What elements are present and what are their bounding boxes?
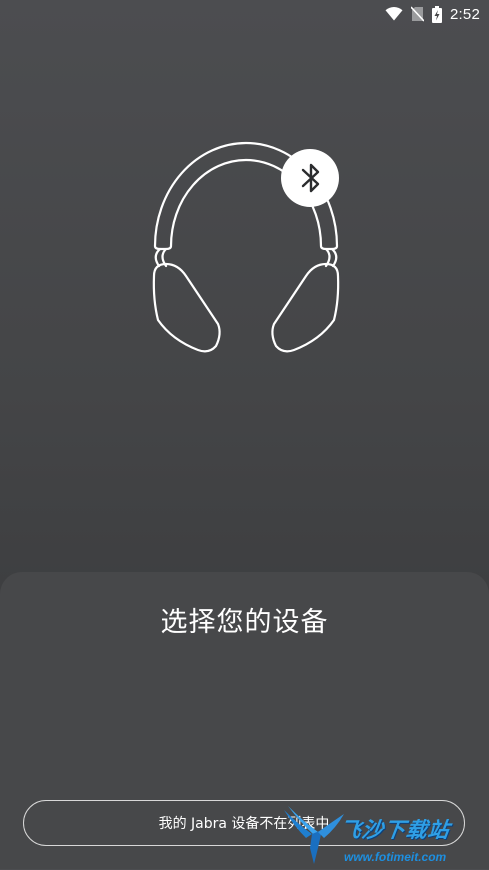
headphones-illustration (136, 136, 356, 360)
headphones-icon (152, 141, 340, 353)
bluetooth-icon (281, 149, 339, 207)
wifi-icon (385, 7, 403, 21)
battery-charging-icon (432, 5, 442, 23)
status-time: 2:52 (450, 5, 480, 23)
status-bar: 2:52 (0, 0, 489, 28)
device-not-listed-button[interactable]: 我的 Jabra 设备不在列表中 (23, 800, 465, 846)
no-sim-icon (411, 6, 424, 22)
page-title: 选择您的设备 (160, 607, 329, 638)
